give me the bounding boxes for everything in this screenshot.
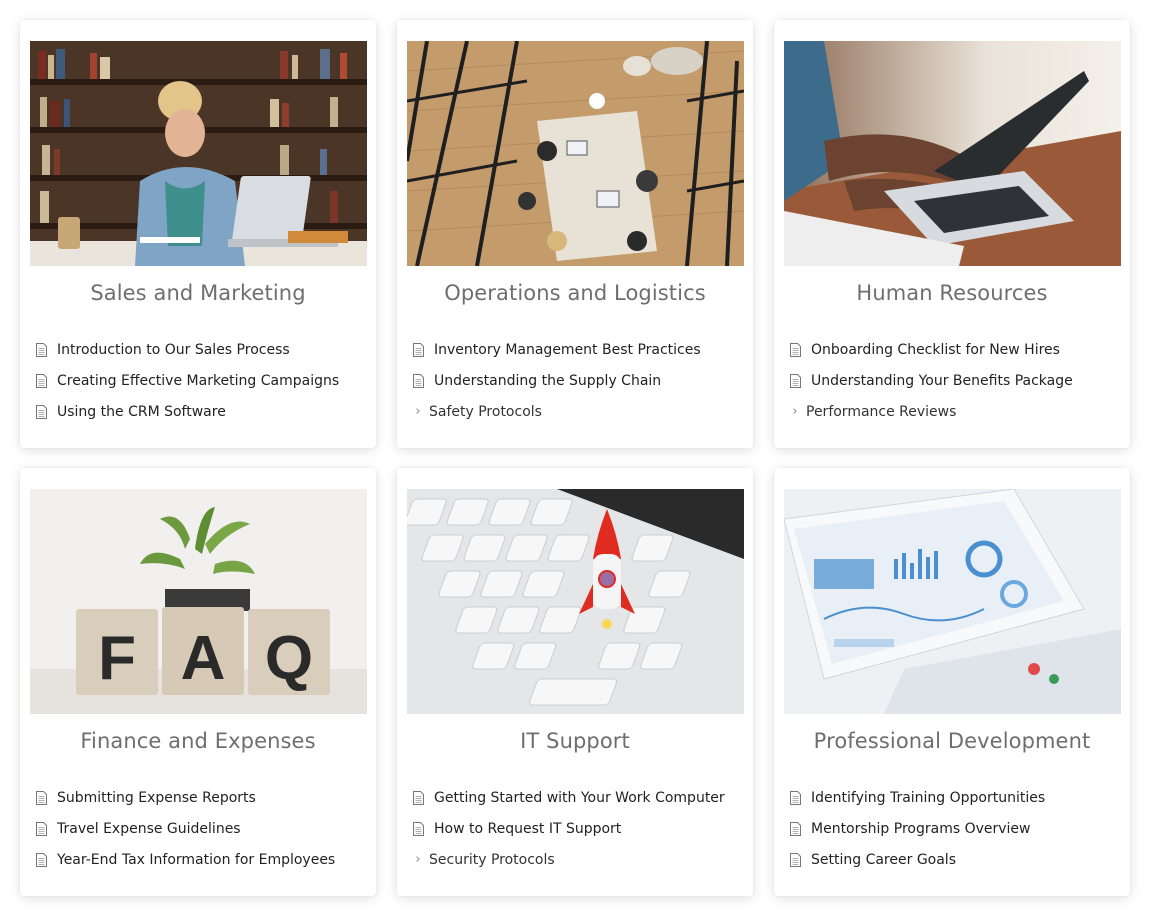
faq-block-letter-f: F — [98, 624, 136, 693]
article-list: Submitting Expense Reports Travel Expens… — [36, 782, 335, 875]
list-item[interactable]: Inventory Management Best Practices — [413, 334, 701, 365]
category-title[interactable]: Sales and Marketing — [20, 281, 376, 305]
article-link[interactable]: Getting Started with Your Work Computer — [434, 790, 725, 806]
document-icon — [413, 373, 424, 388]
list-item[interactable]: › Security Protocols — [413, 844, 725, 875]
article-link[interactable]: Year-End Tax Information for Employees — [57, 852, 335, 868]
category-title[interactable]: Professional Development — [774, 729, 1130, 753]
professional-development-photo[interactable] — [784, 489, 1121, 714]
operations-logistics-photo[interactable] — [407, 41, 744, 266]
list-item[interactable]: Using the CRM Software — [36, 396, 339, 427]
document-icon — [36, 821, 47, 836]
document-icon — [790, 790, 801, 805]
article-link[interactable]: Submitting Expense Reports — [57, 790, 256, 806]
document-icon — [413, 821, 424, 836]
category-card-sales-marketing: Sales and Marketing Introduction to Our … — [20, 20, 376, 448]
category-card-finance-expenses: F A Q Finance and Expenses Submitting Ex… — [20, 468, 376, 896]
article-list: Identifying Training Opportunities Mento… — [790, 782, 1045, 875]
category-title[interactable]: Human Resources — [774, 281, 1130, 305]
article-link[interactable]: Using the CRM Software — [57, 404, 226, 420]
article-link[interactable]: Understanding the Supply Chain — [434, 373, 661, 389]
document-icon — [36, 852, 47, 867]
document-icon — [36, 404, 47, 419]
category-card-professional-development: Professional Development Identifying Tra… — [774, 468, 1130, 896]
list-item[interactable]: Identifying Training Opportunities — [790, 782, 1045, 813]
list-item[interactable]: Year-End Tax Information for Employees — [36, 844, 335, 875]
category-title[interactable]: IT Support — [397, 729, 753, 753]
list-item[interactable]: Understanding the Supply Chain — [413, 365, 701, 396]
list-item[interactable]: Getting Started with Your Work Computer — [413, 782, 725, 813]
category-title[interactable]: Finance and Expenses — [20, 729, 376, 753]
section-link[interactable]: Safety Protocols — [429, 404, 542, 420]
article-link[interactable]: Travel Expense Guidelines — [57, 821, 241, 837]
document-icon — [36, 342, 47, 357]
article-list: Introduction to Our Sales Process Creati… — [36, 334, 339, 427]
list-item[interactable]: Travel Expense Guidelines — [36, 813, 335, 844]
article-list: Onboarding Checklist for New Hires Under… — [790, 334, 1073, 427]
article-link[interactable]: Onboarding Checklist for New Hires — [811, 342, 1060, 358]
category-card-operations-logistics: Operations and Logistics Inventory Manag… — [397, 20, 753, 448]
article-list: Inventory Management Best Practices Unde… — [413, 334, 701, 427]
category-card-human-resources: Human Resources Onboarding Checklist for… — [774, 20, 1130, 448]
category-title[interactable]: Operations and Logistics — [397, 281, 753, 305]
article-link[interactable]: Setting Career Goals — [811, 852, 956, 868]
chevron-right-icon: › — [415, 852, 421, 867]
document-icon — [413, 790, 424, 805]
document-icon — [790, 373, 801, 388]
article-link[interactable]: Identifying Training Opportunities — [811, 790, 1045, 806]
article-link[interactable]: Understanding Your Benefits Package — [811, 373, 1073, 389]
faq-block-letter-a: A — [181, 624, 226, 693]
article-link[interactable]: How to Request IT Support — [434, 821, 621, 837]
list-item[interactable]: Creating Effective Marketing Campaigns — [36, 365, 339, 396]
list-item[interactable]: › Safety Protocols — [413, 396, 701, 427]
section-link[interactable]: Performance Reviews — [806, 404, 956, 420]
list-item[interactable]: Introduction to Our Sales Process — [36, 334, 339, 365]
it-support-photo[interactable] — [407, 489, 744, 714]
article-list: Getting Started with Your Work Computer … — [413, 782, 725, 875]
sales-marketing-photo[interactable] — [30, 41, 367, 266]
human-resources-photo[interactable] — [784, 41, 1121, 266]
list-item[interactable]: Onboarding Checklist for New Hires — [790, 334, 1073, 365]
list-item[interactable]: Submitting Expense Reports — [36, 782, 335, 813]
section-link[interactable]: Security Protocols — [429, 852, 555, 868]
article-link[interactable]: Mentorship Programs Overview — [811, 821, 1031, 837]
document-icon — [790, 852, 801, 867]
document-icon — [790, 342, 801, 357]
category-card-it-support: IT Support Getting Started with Your Wor… — [397, 468, 753, 896]
list-item[interactable]: How to Request IT Support — [413, 813, 725, 844]
document-icon — [790, 821, 801, 836]
chevron-right-icon: › — [792, 404, 798, 419]
faq-block-letter-q: Q — [265, 624, 313, 693]
chevron-right-icon: › — [415, 404, 421, 419]
document-icon — [36, 790, 47, 805]
list-item[interactable]: › Performance Reviews — [790, 396, 1073, 427]
document-icon — [36, 373, 47, 388]
article-link[interactable]: Introduction to Our Sales Process — [57, 342, 290, 358]
article-link[interactable]: Inventory Management Best Practices — [434, 342, 701, 358]
list-item[interactable]: Understanding Your Benefits Package — [790, 365, 1073, 396]
document-icon — [413, 342, 424, 357]
finance-faq-photo[interactable]: F A Q — [30, 489, 367, 714]
list-item[interactable]: Setting Career Goals — [790, 844, 1045, 875]
article-link[interactable]: Creating Effective Marketing Campaigns — [57, 373, 339, 389]
list-item[interactable]: Mentorship Programs Overview — [790, 813, 1045, 844]
